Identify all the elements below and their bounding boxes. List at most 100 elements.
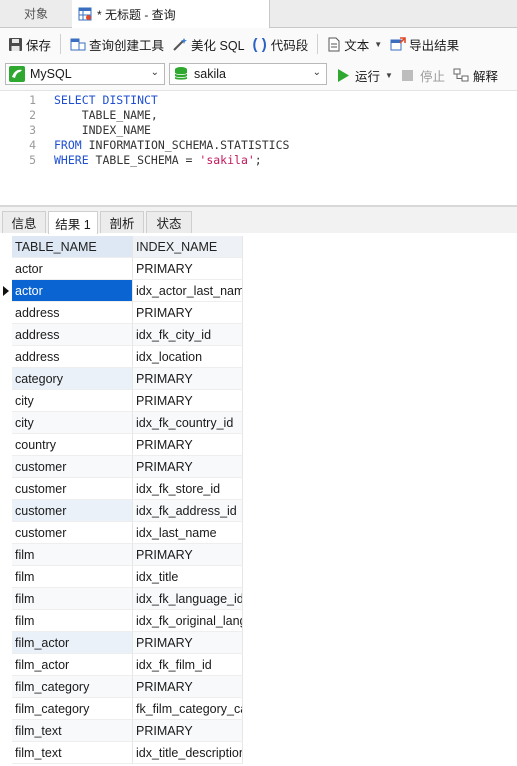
table-row[interactable]: film_category PRIMARY — [0, 676, 243, 698]
table-row[interactable]: film_text idx_title_description — [0, 742, 243, 764]
chevron-down-icon[interactable]: ▼ — [374, 40, 382, 49]
tab-status[interactable]: 状态 — [146, 211, 192, 233]
cell-index-name[interactable]: idx_fk_film_id — [133, 654, 243, 676]
cell-table-name[interactable]: film — [12, 588, 133, 610]
table-row[interactable]: country PRIMARY — [0, 434, 243, 456]
sql-editor[interactable]: 1 2 3 4 5 SELECT DISTINCT TABLE_NAME, IN… — [0, 91, 517, 203]
cell-index-name[interactable]: idx_fk_address_id — [133, 500, 243, 522]
cell-table-name[interactable]: address — [12, 346, 133, 368]
code-snippet-button[interactable]: ( ) 代码段 — [249, 31, 313, 57]
sql-text: INFORMATION_SCHEMA.STATISTICS — [81, 138, 290, 152]
cell-index-name[interactable]: idx_actor_last_name — [133, 280, 243, 302]
explain-button[interactable]: 解释 — [453, 64, 498, 86]
cell-index-name[interactable]: PRIMARY — [133, 632, 243, 654]
cell-table-name[interactable]: customer — [12, 500, 133, 522]
tab-result-1[interactable]: 结果 1 — [48, 211, 98, 234]
cell-table-name[interactable]: film — [12, 566, 133, 588]
beautify-sql-label: 美化 SQL — [191, 38, 245, 53]
cell-table-name[interactable]: category — [12, 368, 133, 390]
table-row[interactable]: film_categoryfk_film_category_category — [0, 698, 243, 720]
save-button[interactable]: 保存 — [4, 31, 55, 57]
cell-index-name[interactable]: idx_fk_store_id — [133, 478, 243, 500]
beautify-sql-button[interactable]: 美化 SQL — [168, 31, 249, 57]
table-row[interactable]: address idx_location — [0, 346, 243, 368]
cell-index-name[interactable]: PRIMARY — [133, 456, 243, 478]
cell-table-name[interactable]: film_category — [12, 698, 133, 720]
stop-button[interactable]: 停止 — [402, 64, 445, 86]
table-row[interactable]: address PRIMARY — [0, 302, 243, 324]
cell-index-name[interactable]: idx_location — [133, 346, 243, 368]
cell-table-name[interactable]: customer — [12, 522, 133, 544]
table-row[interactable]: filmidx_fk_original_language_id — [0, 610, 243, 632]
tab-objects[interactable]: 对象 — [0, 0, 73, 27]
cell-index-name[interactable]: idx_title_description — [133, 742, 243, 764]
text-mode-button[interactable]: 文本 ▼ — [323, 31, 386, 57]
cell-index-name[interactable]: fk_film_category_category — [133, 698, 243, 720]
cell-index-name[interactable]: idx_fk_country_id — [133, 412, 243, 434]
cell-table-name[interactable]: film_text — [12, 720, 133, 742]
cell-table-name[interactable]: customer — [12, 478, 133, 500]
connection-type-value: MySQL — [30, 67, 72, 81]
table-row[interactable]: film_actor PRIMARY — [0, 632, 243, 654]
cell-index-name[interactable]: idx_fk_city_id — [133, 324, 243, 346]
table-row[interactable]: film_text PRIMARY — [0, 720, 243, 742]
cell-table-name[interactable]: customer — [12, 456, 133, 478]
connection-bar: MySQL ⌄ sakila ⌄ 运行 ▼ 停止 解释 — [0, 60, 517, 91]
connection-type-select[interactable]: MySQL ⌄ — [5, 63, 165, 85]
cell-index-name[interactable]: PRIMARY — [133, 676, 243, 698]
table-row[interactable]: customer PRIMARY — [0, 456, 243, 478]
result-tab-bar: 信息 结果 1 剖析 状态 — [0, 205, 517, 234]
cell-index-name[interactable]: idx_fk_language_id — [133, 588, 243, 610]
cell-index-name[interactable]: PRIMARY — [133, 390, 243, 412]
cell-index-name[interactable]: PRIMARY — [133, 720, 243, 742]
cell-index-name[interactable]: idx_title — [133, 566, 243, 588]
table-row[interactable]: actor idx_actor_last_name — [0, 280, 243, 302]
table-row[interactable]: city idx_fk_country_id — [0, 412, 243, 434]
column-header-table-name[interactable]: TABLE_NAME — [12, 236, 133, 258]
cell-table-name[interactable]: film — [12, 610, 133, 632]
cell-index-name[interactable]: idx_last_name — [133, 522, 243, 544]
tab-info[interactable]: 信息 — [2, 211, 46, 233]
cell-table-name[interactable]: actor — [12, 280, 133, 302]
database-select[interactable]: sakila ⌄ — [169, 63, 327, 85]
export-results-button[interactable]: 导出结果 — [386, 31, 463, 57]
query-builder-button[interactable]: 查询创建工具 — [66, 31, 168, 57]
cell-index-name[interactable]: PRIMARY — [133, 434, 243, 456]
cell-table-name[interactable]: film_actor — [12, 654, 133, 676]
cell-index-name[interactable]: PRIMARY — [133, 544, 243, 566]
code-line: FROM INFORMATION_SCHEMA.STATISTICS — [54, 138, 289, 152]
table-row[interactable]: film_actor idx_fk_film_id — [0, 654, 243, 676]
cell-table-name[interactable]: city — [12, 390, 133, 412]
cell-index-name[interactable]: PRIMARY — [133, 302, 243, 324]
code-line: WHERE TABLE_SCHEMA = 'sakila'; — [54, 153, 262, 167]
cell-index-name[interactable]: idx_fk_original_language_id — [133, 610, 243, 632]
run-button[interactable]: 运行 ▼ — [337, 64, 393, 86]
table-row[interactable]: film idx_title — [0, 566, 243, 588]
cell-table-name[interactable]: actor — [12, 258, 133, 280]
table-row[interactable]: city PRIMARY — [0, 390, 243, 412]
cell-index-name[interactable]: PRIMARY — [133, 368, 243, 390]
mysql-connection-icon — [9, 66, 25, 82]
table-row[interactable]: customer idx_fk_store_id — [0, 478, 243, 500]
table-row[interactable]: film PRIMARY — [0, 544, 243, 566]
cell-table-name[interactable]: country — [12, 434, 133, 456]
table-row[interactable]: category PRIMARY — [0, 368, 243, 390]
cell-table-name[interactable]: film_actor — [12, 632, 133, 654]
table-row[interactable]: film idx_fk_language_id — [0, 588, 243, 610]
table-row[interactable]: actor PRIMARY — [0, 258, 243, 280]
tab-query[interactable]: * 无标题 - 查询 — [72, 0, 270, 28]
table-row[interactable]: customer idx_last_name — [0, 522, 243, 544]
chevron-down-icon[interactable]: ▼ — [385, 71, 393, 80]
cell-table-name[interactable]: address — [12, 302, 133, 324]
text-mode-label: 文本 — [344, 38, 370, 53]
cell-table-name[interactable]: address — [12, 324, 133, 346]
cell-table-name[interactable]: film — [12, 544, 133, 566]
table-row[interactable]: customer idx_fk_address_id — [0, 500, 243, 522]
table-row[interactable]: address idx_fk_city_id — [0, 324, 243, 346]
cell-table-name[interactable]: city — [12, 412, 133, 434]
column-header-index-name[interactable]: INDEX_NAME — [133, 236, 243, 258]
tab-profile[interactable]: 剖析 — [100, 211, 144, 233]
cell-table-name[interactable]: film_text — [12, 742, 133, 764]
cell-index-name[interactable]: PRIMARY — [133, 258, 243, 280]
cell-table-name[interactable]: film_category — [12, 676, 133, 698]
